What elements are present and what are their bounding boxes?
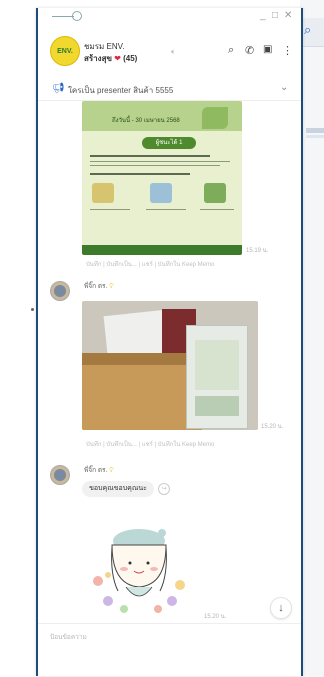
sender-name-text: พี่จิ๊ก ตร. [84, 283, 108, 290]
sender-name: พี่จิ๊ก ตร. 💡︎ [84, 281, 114, 291]
poster-text-line [90, 173, 190, 175]
scroll-down-button[interactable]: ↓ [270, 597, 292, 619]
sticker-image[interactable] [84, 505, 194, 617]
search-icon[interactable]: ⌕ [228, 44, 234, 57]
message-actions[interactable]: บันทึก | บันทึกเป็น... | แชร์ | บันทึกใน… [86, 259, 214, 269]
pin-icon[interactable] [72, 11, 82, 21]
poster-date: ถึงวันนี้ - 30 เมษายน 2568 [112, 118, 180, 124]
group-avatar[interactable]: ENV. [50, 36, 80, 66]
poster-text-line [90, 165, 220, 166]
poster-text-line [90, 155, 210, 157]
poster-text-line [200, 209, 234, 210]
chevron-down-icon[interactable]: ⌄ [280, 82, 288, 93]
poster-banner: ผู้ชนะได้ 1 [142, 137, 196, 149]
photo-image[interactable] [82, 301, 258, 430]
chat-header: ENV. ชมรม ENV. สร้างสุข ❤ (45) 🔈︎ ⌕ ✆ ▣ … [38, 26, 301, 74]
bulb-icon: 💡︎ [109, 467, 114, 474]
chat-window: _ □ ✕ ENV. ชมรม ENV. สร้างสุข ❤ (45) 🔈︎ … [36, 8, 303, 676]
avatar[interactable] [50, 465, 70, 485]
poster-text-line [146, 209, 186, 210]
mute-icon[interactable]: 🔈︎ [171, 47, 176, 57]
sender-name-text: พี่จิ๊ก ตร. [84, 467, 108, 474]
share-icon[interactable]: ↪ [158, 483, 170, 495]
poster-step-icon [204, 183, 226, 203]
more-icon[interactable]: ⋮ [282, 44, 293, 57]
megaphone-icon: 📢︎ [52, 83, 65, 94]
poster-footer [82, 245, 242, 255]
cursor-dot [31, 308, 34, 311]
drag-handle[interactable] [52, 16, 74, 17]
text-message-bubble[interactable]: ขอบคุณขอบคุณนะ [82, 481, 154, 497]
message-timestamp: 15.19 น. [246, 248, 269, 254]
sender-name: พี่จิ๊ก ตร. 💡︎ [84, 465, 114, 475]
poster-step-icon [92, 183, 114, 203]
photo-stand-label-lower [195, 396, 239, 416]
minimize-button[interactable]: _ [260, 10, 266, 21]
message-timestamp: 15.20 น. [204, 614, 227, 620]
background-bar-secondary [306, 135, 324, 138]
close-button[interactable]: ✕ [284, 10, 292, 21]
poster-text-line [90, 161, 230, 162]
group-name-line2: สร้างสุข ❤ (45) [84, 52, 137, 65]
poster-leaf-graphic [202, 107, 228, 129]
announcement-bar[interactable]: 📢︎ ใครเป็น presenter สินค้า 5555 ⌄ [38, 78, 301, 101]
poster-text-line [90, 209, 130, 210]
message-input[interactable]: ป้อนข้อความ [38, 623, 301, 676]
background-bar [306, 128, 324, 133]
message-input-placeholder: ป้อนข้อความ [50, 634, 87, 641]
photo-stand-label [195, 340, 239, 390]
call-icon[interactable]: ✆ [245, 44, 254, 57]
avatar[interactable] [50, 281, 70, 301]
maximize-button[interactable]: □ [272, 10, 278, 21]
note-icon[interactable]: ▣ [263, 44, 272, 55]
announcement-text: ใครเป็น presenter สินค้า 5555 [68, 86, 174, 95]
poster-step-icon [150, 183, 172, 203]
background-search-icon[interactable]: ⌕ [304, 22, 320, 38]
background-window: ⌕ [300, 0, 324, 677]
message-actions[interactable]: บันทึก | บันทึกเป็น... | แชร์ | บันทึกใน… [86, 439, 214, 449]
title-bar: _ □ ✕ [38, 8, 301, 26]
heart-icon: ❤ [114, 54, 121, 63]
photo-acrylic-stand [186, 325, 248, 429]
poster-image[interactable]: ถึงวันนี้ - 30 เมษายน 2568 ผู้ชนะได้ 1 [82, 101, 242, 255]
avatar-text: ENV. [57, 47, 73, 55]
message-list: ถึงวันนี้ - 30 เมษายน 2568 ผู้ชนะได้ 1 1… [38, 101, 301, 623]
message-timestamp: 15.20 น. [261, 424, 284, 430]
photo-box-edge [82, 353, 202, 365]
bulb-icon: 💡︎ [109, 283, 114, 290]
group-name-text: สร้างสุข [84, 54, 112, 63]
member-count: (45) [123, 54, 138, 63]
